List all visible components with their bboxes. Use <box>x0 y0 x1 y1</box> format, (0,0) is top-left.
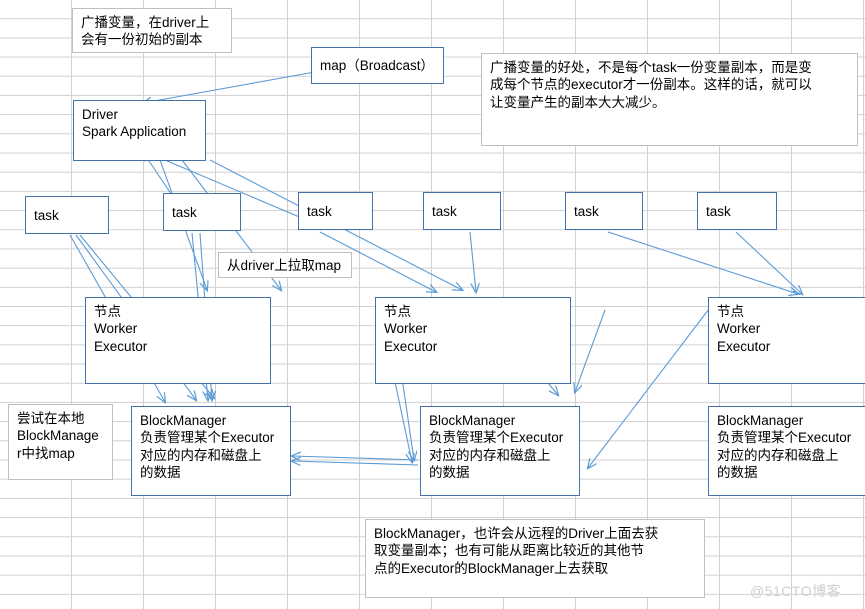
box-task-5: task <box>565 192 643 230</box>
box-blockmanager-3: BlockManager 负责管理某个Executor 对应的内存和磁盘上 的数… <box>708 406 865 496</box>
box-task-6: task <box>697 192 777 230</box>
box-driver: Driver Spark Application <box>73 100 206 161</box>
arrow-node2-extra <box>575 309 606 392</box>
box-map-broadcast: map（Broadcast） <box>311 47 444 84</box>
box-task-2: task <box>163 193 241 231</box>
arrow-map-to-driver <box>143 71 316 103</box>
box-blockmanager-1: BlockManager 负责管理某个Executor 对应的内存和磁盘上 的数… <box>131 406 291 496</box>
box-node-3: 节点 Worker Executor <box>708 297 865 384</box>
arrow-bm2-to-bm1b <box>292 461 419 465</box>
box-blockmanager-2: BlockManager 负责管理某个Executor 对应的内存和磁盘上 的数… <box>420 406 580 496</box>
note-broadcast-benefit: 广播变量的好处，不是每个task一份变量副本，而是变 成每个节点的executo… <box>481 53 858 146</box>
box-node-1: 节点 Worker Executor <box>85 297 271 384</box>
arrow-bm2-to-bm1 <box>292 456 419 460</box>
diagram-canvas: 广播变量，在driver上 会有一份初始的副本 map（Broadcast） 广… <box>0 0 865 609</box>
box-task-4: task <box>423 192 501 230</box>
box-task-1: task <box>25 196 109 234</box>
arrow-task5-to-node3 <box>607 231 798 294</box>
box-task-3: task <box>298 192 373 230</box>
note-local-lookup: 尝试在本地 BlockManage r中找map <box>8 404 113 480</box>
note-broadcast-init: 广播变量，在driver上 会有一份初始的副本 <box>72 8 232 53</box>
watermark: @51CTO博客 <box>750 583 842 599</box>
note-pull-map: 从driver上拉取map <box>218 252 352 278</box>
arrow-node3-to-bm2 <box>588 304 713 468</box>
box-node-2: 节点 Worker Executor <box>375 297 571 384</box>
arrow-task6-to-node3 <box>735 231 802 294</box>
note-blockmanager-remote: BlockManager，也许会从远程的Driver上面去获 取变量副本；也有可… <box>365 519 705 598</box>
arrow-task4-to-node2 <box>469 231 476 292</box>
